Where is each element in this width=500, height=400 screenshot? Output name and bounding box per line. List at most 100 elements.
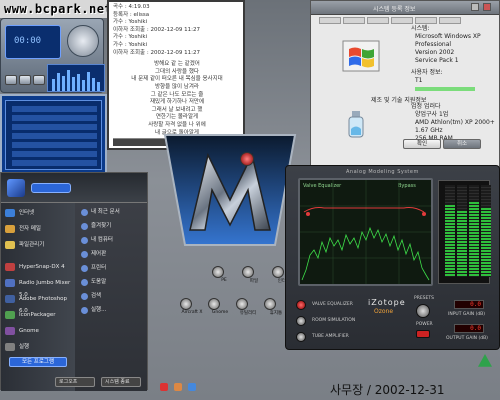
pe-icon xyxy=(212,266,224,278)
pause-button[interactable] xyxy=(33,75,45,85)
tube-amp-button[interactable] xyxy=(296,332,306,342)
place-recent-docs[interactable]: 내 최근 문서 xyxy=(81,207,143,218)
eq-curve-graph xyxy=(300,180,431,284)
desktop-icon-aircraft[interactable]: Aircraft X xyxy=(180,298,204,315)
eq-node-right xyxy=(422,212,426,216)
taskbar-tray xyxy=(160,383,310,393)
prev-button[interactable] xyxy=(5,75,17,85)
window-title: 시스템 등록 정보 xyxy=(373,6,416,13)
pc-label: 업정 업러다 xyxy=(411,103,441,110)
close-icon[interactable] xyxy=(483,3,491,11)
winamp-time: 00:00 xyxy=(14,36,42,46)
output-gain-display[interactable]: 0.0 xyxy=(454,324,484,333)
internet-icon xyxy=(5,209,15,217)
playlist-row[interactable] xyxy=(12,124,97,130)
start-menu[interactable]: 인터넷 전자 메일 파일관리기 HyperSnap-DX 4 Radio Jum… xyxy=(0,172,148,391)
favorites-icon xyxy=(81,223,88,230)
place-favorites[interactable]: 즐겨찾기 xyxy=(81,221,143,232)
play-button[interactable] xyxy=(19,75,31,85)
desktop-icon-file[interactable]: 파일 xyxy=(242,266,266,284)
system-properties-window[interactable]: 시스템 등록 정보 시스템: Microsoft Windows XP Prof… xyxy=(310,0,500,170)
tab-updates[interactable] xyxy=(439,17,461,24)
menu-item-gnome[interactable]: Gnome xyxy=(5,325,71,337)
cpu-line: AMD Athlon(tm) XP 2000+ xyxy=(415,119,495,126)
lyrics-meta: 가수 : Yoshiki xyxy=(113,19,148,26)
desktop-icon-pe[interactable]: PE xyxy=(212,266,236,283)
tab-restore[interactable] xyxy=(415,17,437,24)
presets-knob[interactable] xyxy=(416,304,430,318)
desktop-icon-utility[interactable]: 유틸리티 xyxy=(236,298,260,316)
menu-item-mixer[interactable]: Radio Jumbo Mixer 5.0 xyxy=(5,277,71,298)
playlist-row[interactable] xyxy=(12,115,97,121)
playlist-list[interactable] xyxy=(5,100,102,170)
printer-icon xyxy=(81,265,88,272)
lyrics-meta: 곡수 : 4:19.03 xyxy=(113,4,150,10)
playlist-row[interactable] xyxy=(12,151,97,157)
recycle-icon[interactable] xyxy=(478,354,492,367)
spectrum-icon xyxy=(52,70,100,91)
browser-icon xyxy=(272,266,284,278)
system-label: 시스템: xyxy=(411,25,430,32)
start-menu-header xyxy=(1,173,147,203)
all-programs-button[interactable]: 모든 프로그램 xyxy=(9,357,67,367)
place-my-computer[interactable]: 내 컴퓨터 xyxy=(81,235,143,246)
user-name xyxy=(31,183,71,193)
support-label: 제조 및 기술 지원정보 xyxy=(371,97,427,104)
minimize-icon[interactable] xyxy=(471,3,479,11)
playlist-row[interactable] xyxy=(12,106,97,112)
shutdown-button[interactable]: 시스템 종료 xyxy=(101,377,141,387)
power-orb-icon[interactable] xyxy=(240,152,254,166)
aircraft-icon xyxy=(180,298,192,310)
lyric-line: 방해요 같 는 같겠어 xyxy=(154,61,200,68)
logoff-button[interactable]: 로그오프 xyxy=(55,377,95,387)
tab-computer-name[interactable] xyxy=(343,17,365,24)
tab-advanced[interactable] xyxy=(391,17,413,24)
input-gain-display[interactable]: 0.0 xyxy=(454,300,484,309)
winamp-playlist[interactable] xyxy=(0,94,107,174)
valve-eq-button[interactable] xyxy=(296,300,306,310)
tray-icon[interactable] xyxy=(160,383,168,391)
input-gain-label: INPUT GAIN (dB) xyxy=(448,312,486,317)
izotope-ozone-window[interactable]: Analog Modeling System Valve Equalizer B… xyxy=(285,165,500,350)
menu-item-hypersnap[interactable]: HyperSnap-DX 4 xyxy=(5,261,71,273)
desktop-icon-gnome[interactable]: Gnome xyxy=(208,298,232,315)
user-value: T1 xyxy=(415,77,423,84)
volume-knob[interactable] xyxy=(67,25,99,57)
tab-general[interactable] xyxy=(319,17,341,24)
help-icon xyxy=(81,279,88,286)
menu-item-photoshop[interactable]: Adobe Photoshop 6.0 xyxy=(5,293,71,314)
place-printers[interactable]: 프린터 xyxy=(81,263,143,274)
ozone-title: Analog Modeling System xyxy=(346,169,419,175)
place-search[interactable]: 검색 xyxy=(81,291,143,302)
gnome-icon xyxy=(5,327,15,335)
menu-item-mail[interactable]: 전자 메일 xyxy=(5,223,71,235)
playlist-row[interactable] xyxy=(12,133,97,139)
search-icon xyxy=(81,293,88,300)
lyric-line: 내 문제 같이 떠오른 내 목심을 응사지대 xyxy=(131,76,223,83)
eq-scope: Valve Equalizer Bypass xyxy=(298,178,433,286)
control-panel-icon xyxy=(81,251,88,258)
menu-item-iconpackager[interactable]: IconPackager xyxy=(5,309,71,321)
utility-icon xyxy=(236,298,248,310)
place-help[interactable]: 도움말 xyxy=(81,277,143,288)
meter-in-l xyxy=(445,185,455,277)
place-control-panel[interactable]: 제어판 xyxy=(81,249,143,260)
menu-item-run[interactable]: 실행 xyxy=(5,341,71,353)
place-run[interactable]: 실행... xyxy=(81,305,143,316)
tray-icon[interactable] xyxy=(174,383,182,391)
playlist-row[interactable] xyxy=(12,142,97,148)
playlist-row[interactable] xyxy=(12,160,97,166)
menu-item-files[interactable]: 파일관리기 xyxy=(5,239,71,251)
room-sim-button[interactable] xyxy=(296,316,306,326)
power-switch[interactable] xyxy=(416,330,430,338)
eq-node-left xyxy=(306,212,310,216)
window-titlebar[interactable]: 시스템 등록 정보 xyxy=(311,1,499,15)
cancel-button[interactable]: 취소 xyxy=(443,139,481,149)
run-icon xyxy=(81,307,88,314)
ok-button[interactable]: 확인 xyxy=(403,139,441,149)
tray-icon[interactable] xyxy=(188,383,196,391)
tab-hardware[interactable] xyxy=(367,17,389,24)
windows-logo-icon xyxy=(342,40,380,72)
presets-label: PRESETS xyxy=(414,296,434,301)
menu-item-internet[interactable]: 인터넷 xyxy=(5,207,71,219)
